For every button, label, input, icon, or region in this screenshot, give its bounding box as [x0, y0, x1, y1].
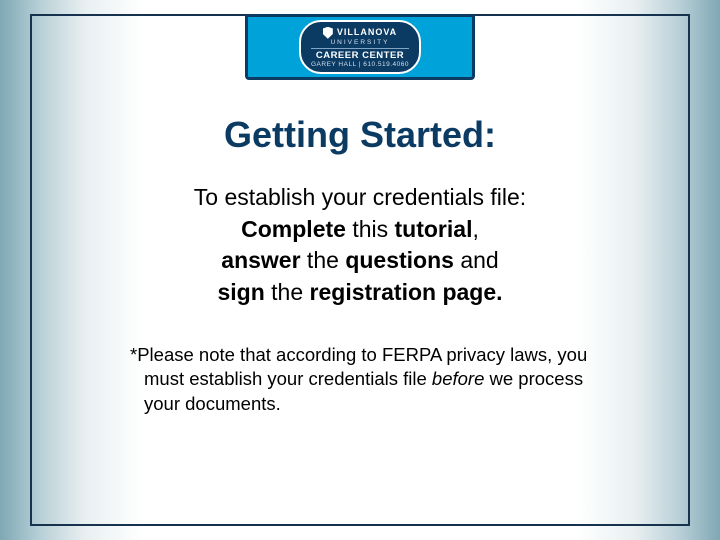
slide-content: Getting Started: To establish your crede… [30, 90, 690, 526]
body-line-3: answer the questions and [88, 245, 632, 277]
body-l2-bold2: tutorial [395, 216, 473, 242]
ferpa-note: *Please note that according to FERPA pri… [122, 343, 632, 416]
body-line-4: sign the registration page. [88, 277, 632, 309]
logo-university-sub: UNIVERSITY [311, 40, 409, 47]
villanova-logo: VILLANOVA UNIVERSITY CAREER CENTER GAREY… [299, 20, 421, 75]
logo-department: CAREER CENTER [311, 51, 409, 61]
note-emphasis: before [432, 368, 484, 389]
logo-divider [311, 48, 409, 49]
body-l3-bold2: questions [345, 247, 454, 273]
body-l2-plain2: , [472, 216, 478, 242]
shield-icon [323, 27, 333, 39]
body-l3-plain1: the [301, 247, 346, 273]
slide-title: Getting Started: [88, 114, 632, 156]
body-l3-bold1: answer [221, 247, 300, 273]
body-l4-bold2: registration page. [310, 279, 503, 305]
body-line-1: To establish your credentials file: [88, 182, 632, 214]
header-logo-box: VILLANOVA UNIVERSITY CAREER CENTER GAREY… [245, 14, 475, 80]
body-line-2: Complete this tutorial, [88, 214, 632, 246]
logo-contact: GAREY HALL | 610.519.4060 [311, 62, 409, 69]
logo-university-name: VILLANOVA [337, 28, 397, 37]
body-l4-bold1: sign [217, 279, 264, 305]
body-l2-plain1: this [346, 216, 395, 242]
slide-stage: VILLANOVA UNIVERSITY CAREER CENTER GAREY… [0, 0, 720, 540]
body-text: To establish your credentials file: Comp… [88, 182, 632, 309]
body-l3-plain2: and [454, 247, 499, 273]
body-l4-plain1: the [265, 279, 310, 305]
body-l2-bold1: Complete [241, 216, 346, 242]
